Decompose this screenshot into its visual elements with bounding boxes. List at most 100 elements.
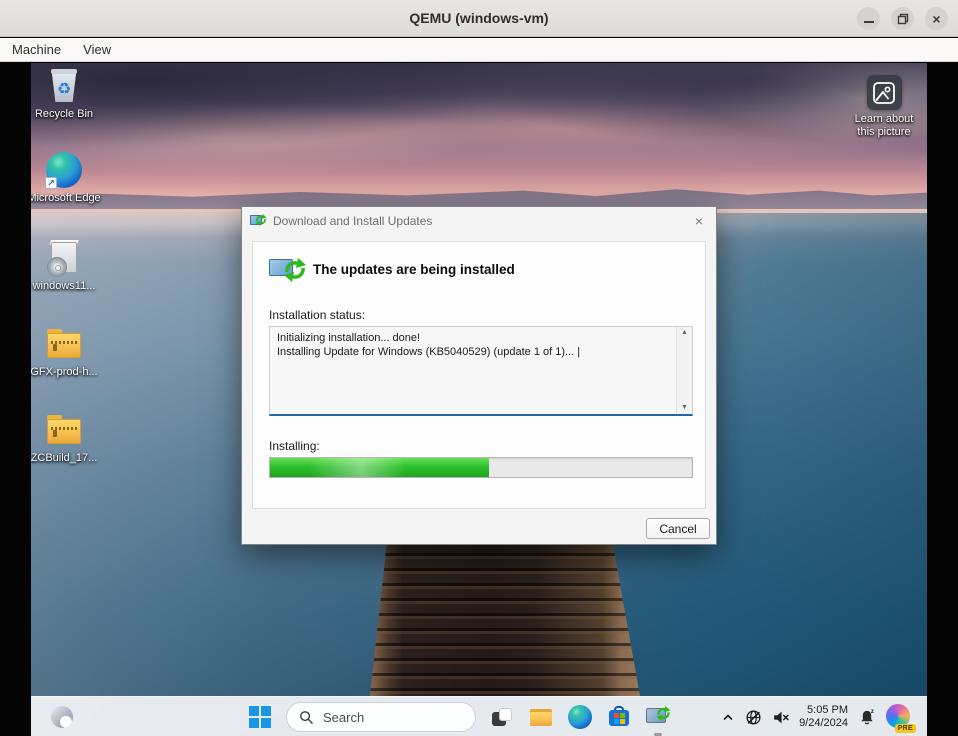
cancel-button[interactable]: Cancel [646,518,710,539]
minimize-button[interactable] [857,7,880,30]
windows-logo-icon [249,706,271,728]
window-controls: × [857,7,948,30]
recycle-bin-lid [51,69,77,74]
dialog-title: Download and Install Updates [273,214,432,228]
picture-info-icon [867,75,902,110]
installer-disc [47,257,67,277]
desktop-icon-microsoft-edge[interactable]: ↗ Microsoft Edge [31,151,102,205]
file-explorer-button[interactable] [528,704,554,730]
taskbar-center: Search [247,697,671,736]
status-scrollbar[interactable]: ▲ ▼ [676,327,692,414]
updates-icon-arrows [283,258,307,282]
icon-label: Microsoft Edge [31,192,101,205]
windows-flag-icon [614,713,625,724]
qemu-window: QEMU (windows-vm) × Machine View [0,0,958,736]
minimize-icon [864,21,874,23]
edge-button[interactable] [567,704,593,730]
status-line: Initializing installation... done! [277,331,670,345]
updates-header-icon [269,256,309,286]
restore-button[interactable] [891,7,914,30]
installation-status-label: Installation status: [269,308,365,322]
window-title: QEMU (windows-vm) [409,10,548,26]
restore-icon [897,13,909,25]
install-progress-bar [269,457,693,478]
task-view-icon-front [499,708,512,721]
chevron-up-icon [721,710,735,724]
icon-label: Recycle Bin [35,108,93,121]
icon-label: GFX-prod-h... [31,366,98,379]
menu-view[interactable]: View [83,42,111,57]
store-bag [609,710,629,726]
menu-machine[interactable]: Machine [12,42,61,57]
search-placeholder: Search [323,710,364,725]
notifications-button[interactable]: z [858,708,876,726]
windows-desktop[interactable]: ♻ Recycle Bin ↗ Microsoft Edge windo [31,63,927,736]
windows-taskbar: Search [31,696,927,736]
updates-task-arrows [656,706,671,721]
download-install-updates-dialog: Download and Install Updates × [241,206,717,545]
vm-area: ♻ Recycle Bin ↗ Microsoft Edge windo [0,63,958,736]
scroll-up-icon[interactable]: ▲ [681,329,688,337]
tray-date: 9/24/2024 [799,717,848,730]
recycle-bin-body: ♻ [52,74,76,102]
edge-icon [568,705,592,729]
zip-folder-body [47,333,81,358]
search-box[interactable]: Search [286,702,476,732]
close-button[interactable]: × [925,7,948,30]
learn-about-picture-button[interactable]: Learn about this picture [846,75,922,139]
microsoft-store-button[interactable] [606,704,632,730]
dialog-titlebar[interactable]: Download and Install Updates × [242,207,716,235]
search-icon [299,710,314,725]
icon-label: ZCBuild_17... [31,452,97,465]
speaker-muted-icon [772,709,789,726]
installing-label: Installing: [269,439,320,453]
system-tray: 5:05 PM 9/24/2024 z PRE [721,697,912,736]
widgets-button[interactable] [51,706,73,728]
icon-label: windows11... [33,280,96,293]
scroll-down-icon[interactable]: ▼ [681,404,688,412]
status-line: Installing Update for Windows (KB5040529… [277,345,670,359]
dialog-content-box: The updates are being installed Installa… [252,241,706,509]
zip-folder-icon [45,325,83,363]
zip-folder-icon [45,411,83,449]
close-icon: × [932,12,940,26]
no-internet-globe-icon [745,709,762,726]
desktop-icon-zcbuild-zip[interactable]: ZCBuild_17... [31,411,102,465]
copilot-preview-badge: PRE [895,724,916,733]
volume-button[interactable] [772,709,789,726]
dialog-close-icon: × [695,213,703,229]
wallpaper-pier [370,523,640,696]
bell-dnd-icon: z [858,708,876,726]
updates-icon-arrows [255,214,267,226]
zip-folder-body [47,419,81,444]
desktop-icon-windows11-iso[interactable]: windows11... [31,239,102,293]
updates-app-icon [250,214,267,228]
network-status-button[interactable] [745,709,762,726]
recycle-glyph: ♻ [57,79,71,98]
desktop-icon-recycle-bin[interactable]: ♻ Recycle Bin [31,67,102,121]
tray-chevron-button[interactable] [721,710,735,724]
svg-text:z: z [871,708,874,715]
desktop-icon-gfx-zip[interactable]: GFX-prod-h... [31,325,102,379]
installer-box-icon [45,239,83,277]
tray-time: 5:05 PM [799,704,848,717]
task-view-button[interactable] [489,704,515,730]
folder-front [530,718,552,726]
install-progress-fill [270,458,489,477]
dialog-heading: The updates are being installed [313,262,515,277]
qemu-titlebar[interactable]: QEMU (windows-vm) × [0,0,958,37]
updates-installer-task-button[interactable] [645,704,671,730]
start-button[interactable] [247,704,273,730]
shortcut-arrow-icon: ↗ [45,177,57,189]
cancel-button-label: Cancel [659,522,696,536]
copilot-button[interactable]: PRE [886,704,912,730]
installation-status-log[interactable]: Initializing installation... done! Insta… [269,326,693,416]
recycle-bin-icon: ♻ [45,67,83,105]
qemu-menubar: Machine View [0,38,958,62]
zipper-pull [53,430,57,437]
icon-label: Learn about this picture [846,113,922,139]
clock[interactable]: 5:05 PM 9/24/2024 [799,704,848,730]
edge-icon: ↗ [45,151,83,189]
image-icon [872,81,896,105]
dialog-close-button[interactable]: × [686,209,712,233]
